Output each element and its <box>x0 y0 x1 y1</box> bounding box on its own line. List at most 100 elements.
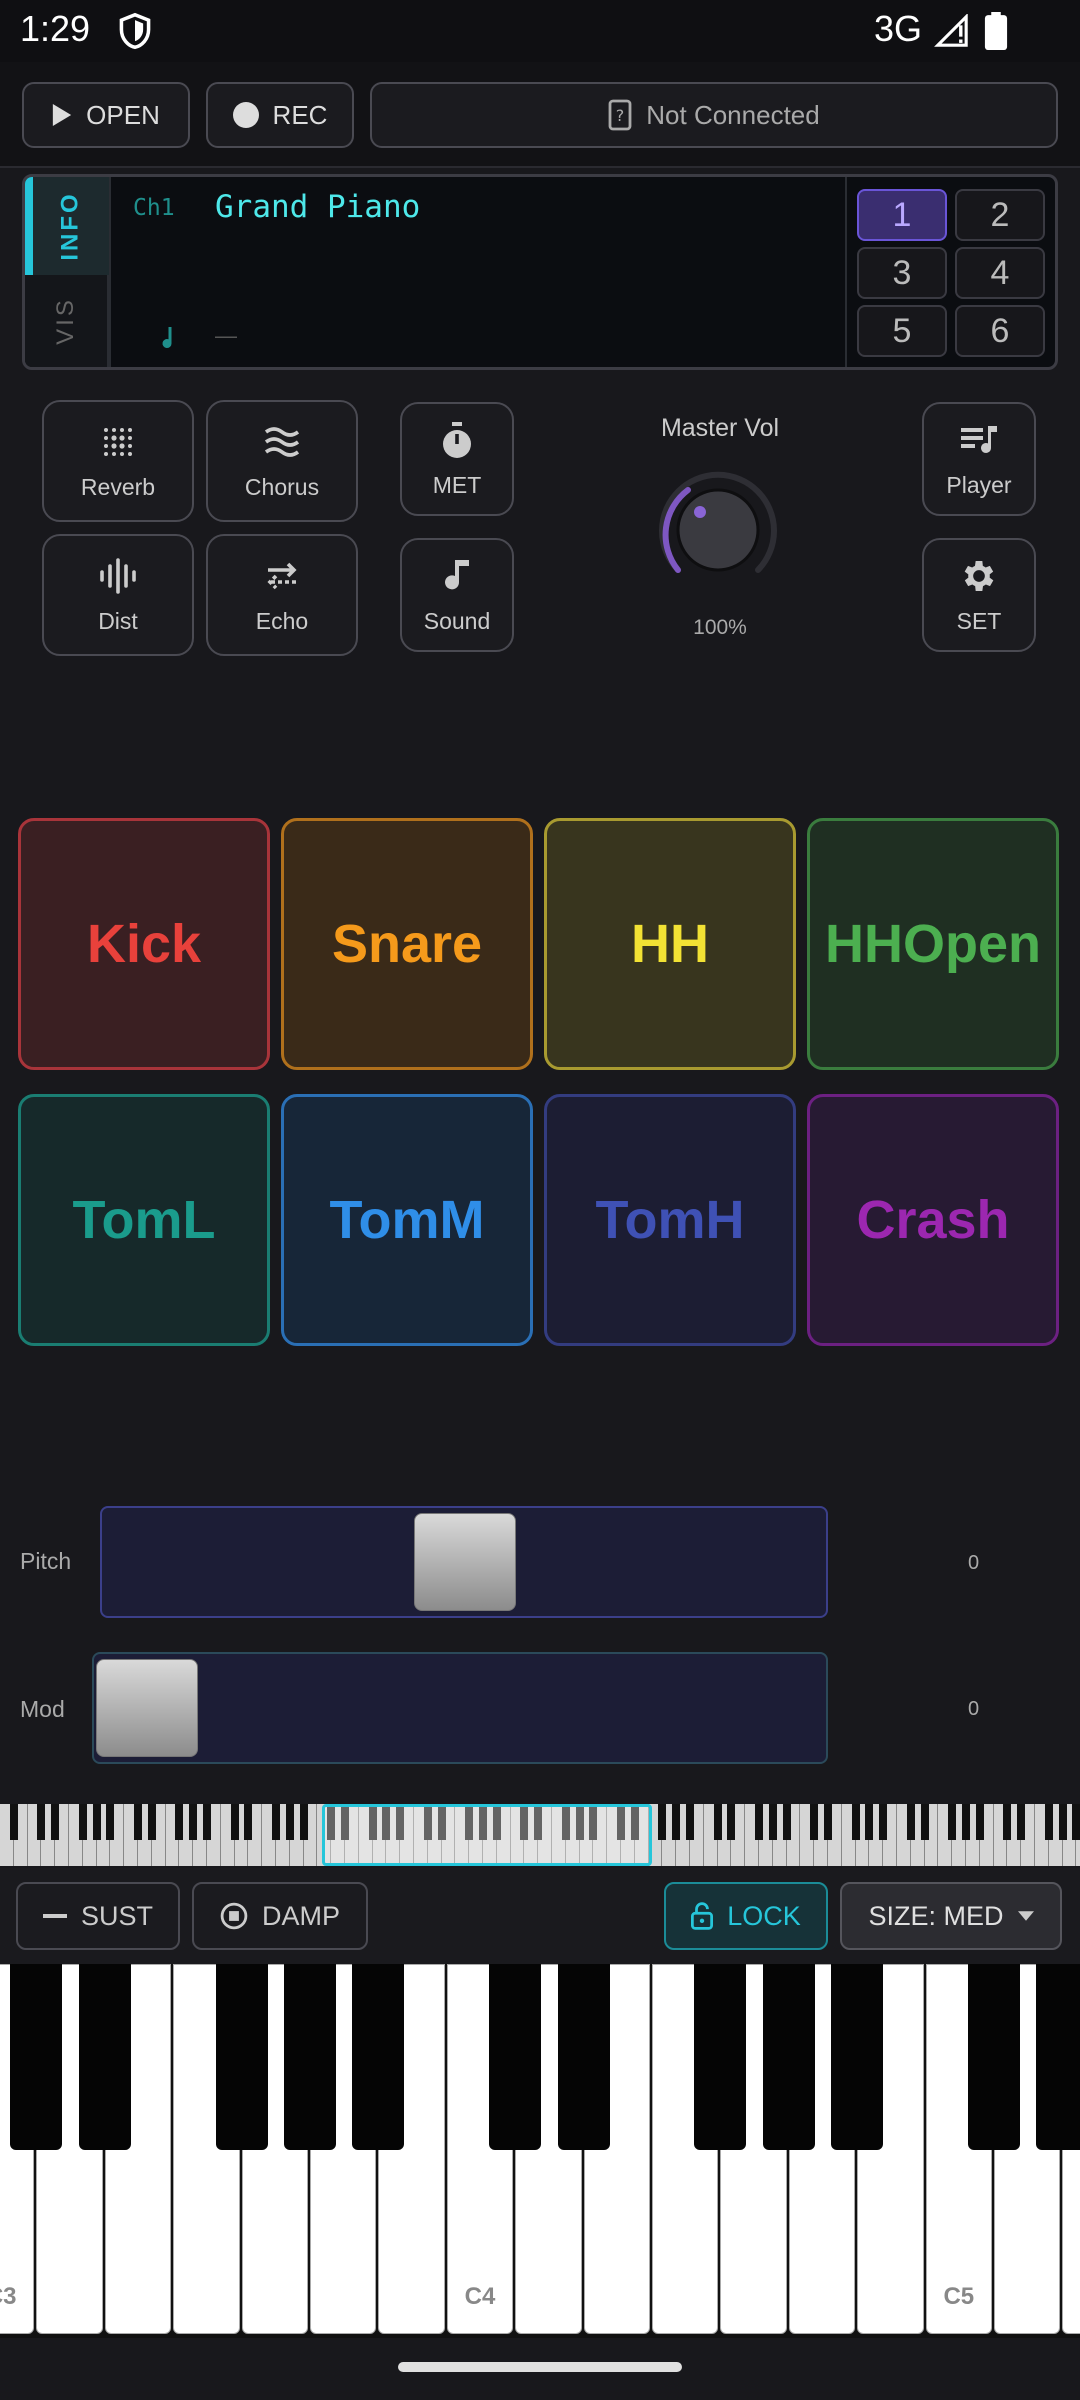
mini-black-key <box>285 1804 294 1840</box>
pad-crash[interactable]: Crash <box>807 1094 1059 1346</box>
master-vol-label: Master Vol <box>660 414 780 442</box>
channel-button-3[interactable]: 3 <box>857 247 947 299</box>
mini-black-key <box>851 1804 860 1840</box>
settings-button[interactable]: SET <box>922 538 1036 652</box>
damp-button[interactable]: DAMP <box>192 1882 368 1950</box>
mini-black-key <box>134 1804 142 1840</box>
piano-black-key[interactable] <box>10 1964 63 2150</box>
pitch-value: 0 <box>968 1552 980 1574</box>
piano-keyboard[interactable]: C3 C4 C5 <box>0 1964 1080 2338</box>
lock-button[interactable]: LOCK <box>664 1882 828 1950</box>
stop-circle-icon <box>220 1902 248 1930</box>
pad-hh[interactable]: HH <box>544 818 796 1070</box>
tab-info[interactable]: INFO <box>25 177 109 275</box>
pad-toml[interactable]: TomL <box>18 1094 270 1346</box>
mini-black-key <box>272 1804 280 1840</box>
svg-text:?: ? <box>616 106 625 125</box>
mini-black-key <box>1017 1804 1026 1840</box>
mini-black-key <box>92 1804 101 1840</box>
mod-slider-thumb[interactable] <box>96 1659 198 1757</box>
piano-black-key[interactable] <box>557 1964 610 2150</box>
octave-label: C5 <box>943 2283 975 2310</box>
mini-black-key <box>1003 1804 1012 1840</box>
music-note-icon <box>445 559 469 589</box>
tab-info-label: INFO <box>56 191 84 261</box>
connection-button[interactable]: ? Not Connected <box>370 82 1058 148</box>
divider <box>845 177 847 367</box>
mini-black-key <box>37 1804 46 1840</box>
tab-vis[interactable]: VIS <box>25 275 109 367</box>
mini-black-key <box>906 1804 915 1840</box>
mini-black-key <box>51 1804 60 1840</box>
top-toolbar: OPEN REC ? Not Connected <box>0 62 1080 168</box>
piano-black-key[interactable] <box>1036 1964 1080 2150</box>
piano-black-key[interactable] <box>215 1964 268 2150</box>
battery-icon <box>984 12 1008 50</box>
mini-black-key <box>920 1804 929 1840</box>
piano-black-key[interactable] <box>694 1964 747 2150</box>
mini-black-key <box>230 1804 239 1840</box>
octave-label: C3 <box>0 2283 17 2310</box>
pitch-slider-thumb[interactable] <box>414 1513 516 1611</box>
channel-button-5[interactable]: 5 <box>857 305 947 357</box>
mini-black-key <box>768 1804 777 1840</box>
channel-button-2[interactable]: 2 <box>955 189 1045 241</box>
mini-black-key <box>686 1804 694 1840</box>
chorus-button[interactable]: Chorus <box>206 400 358 522</box>
minus-icon <box>42 1914 67 1918</box>
signal-icon <box>934 14 968 47</box>
echo-button[interactable]: Echo <box>206 534 358 656</box>
metronome-button[interactable]: MET <box>400 402 514 516</box>
piano-black-key[interactable] <box>831 1964 884 2150</box>
keyboard-viewport-selector[interactable] <box>322 1804 652 1866</box>
pad-hhopen[interactable]: HHOpen <box>807 818 1059 1070</box>
mini-black-key <box>782 1804 791 1840</box>
record-button[interactable]: REC <box>206 82 354 148</box>
gear-icon <box>964 560 994 591</box>
mini-black-key <box>879 1804 888 1840</box>
mini-black-key <box>755 1804 763 1840</box>
sustain-button[interactable]: SUST <box>16 1882 180 1950</box>
pad-tomh[interactable]: TomH <box>544 1094 796 1346</box>
distortion-button[interactable]: Dist <box>42 534 194 656</box>
pad-tomm[interactable]: TomM <box>281 1094 533 1346</box>
channel-button-6[interactable]: 6 <box>955 305 1045 357</box>
piano-black-key[interactable] <box>352 1964 405 2150</box>
sound-button[interactable]: Sound <box>400 538 514 652</box>
instrument-name: Grand Piano <box>215 189 421 225</box>
player-button[interactable]: Player <box>922 402 1036 516</box>
mini-black-key <box>1058 1804 1067 1840</box>
home-gesture-handle[interactable] <box>398 2362 682 2372</box>
mini-black-key <box>672 1804 681 1840</box>
mini-black-key <box>658 1804 667 1840</box>
lock-label: LOCK <box>727 1900 801 1931</box>
piano-black-key[interactable] <box>489 1964 542 2150</box>
channel-button-4[interactable]: 4 <box>955 247 1045 299</box>
music-note-icon <box>162 327 172 349</box>
piano-black-key[interactable] <box>968 1964 1020 2150</box>
mod-slider[interactable] <box>92 1652 828 1764</box>
channel-button-1[interactable]: 1 <box>857 189 947 241</box>
chevron-down-icon <box>1017 1911 1034 1921</box>
sustain-label: SUST <box>80 1900 153 1931</box>
settings-label: SET <box>956 607 1002 634</box>
open-button[interactable]: OPEN <box>22 82 190 148</box>
master-vol-knob[interactable] <box>650 462 786 598</box>
mini-black-key <box>9 1804 18 1840</box>
waves-icon <box>264 426 300 457</box>
reverb-icon <box>104 427 132 456</box>
divider <box>109 177 111 367</box>
mini-black-key <box>1044 1804 1053 1840</box>
reverb-button[interactable]: Reverb <box>42 400 194 522</box>
pad-kick[interactable]: Kick <box>18 818 270 1070</box>
play-icon <box>52 104 72 126</box>
mini-black-key <box>975 1804 984 1840</box>
pad-snare[interactable]: Snare <box>281 818 533 1070</box>
status-bar: 1:29 3G <box>0 0 1080 62</box>
pitch-slider[interactable] <box>100 1506 828 1618</box>
piano-black-key[interactable] <box>762 1964 815 2150</box>
player-label: Player <box>946 471 1012 498</box>
size-dropdown[interactable]: SIZE: MED <box>840 1882 1062 1950</box>
piano-black-key[interactable] <box>284 1964 336 2150</box>
piano-black-key[interactable] <box>78 1964 131 2150</box>
